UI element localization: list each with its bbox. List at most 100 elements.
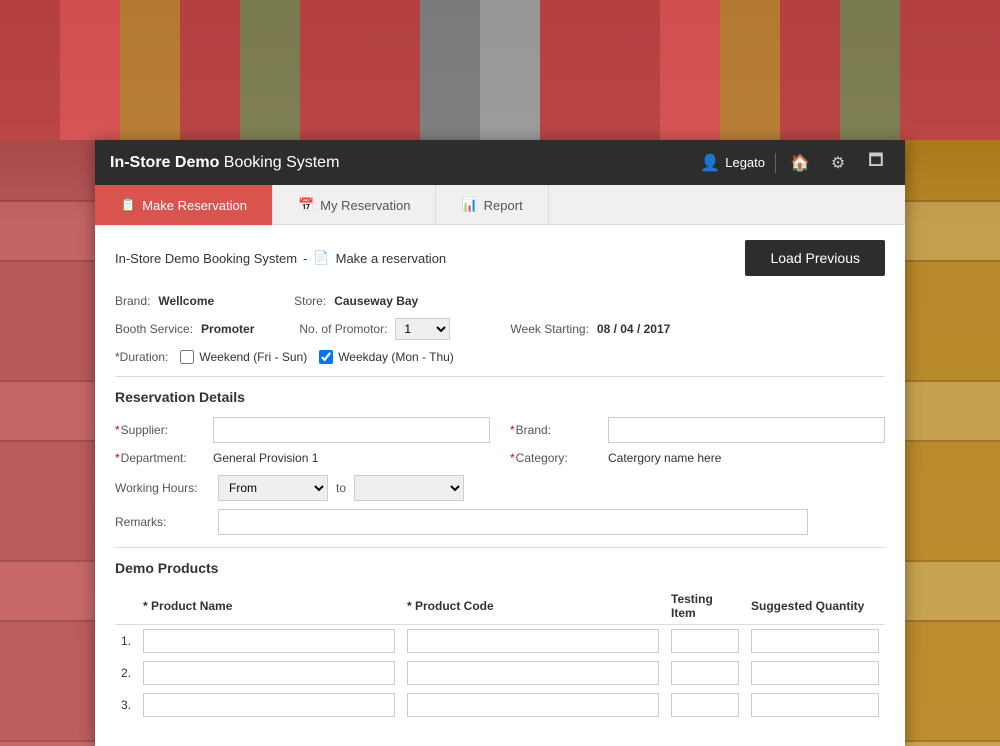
booth-service-value: Promoter: [201, 322, 254, 336]
duration-row: *Duration: Weekend (Fri - Sun) Weekday (…: [115, 350, 885, 364]
load-previous-button[interactable]: Load Previous: [745, 240, 885, 276]
row-1-suggested-qty: [745, 625, 885, 658]
store-label: Store:: [294, 294, 326, 308]
category-field-row: Category: Catergory name here: [510, 451, 885, 465]
section-divider-2: [115, 547, 885, 548]
department-field-row: Department: General Provision 1: [115, 451, 490, 465]
weekend-checkbox[interactable]: [180, 350, 194, 364]
row-1-product-code-input[interactable]: [407, 629, 659, 653]
brand-detail-input[interactable]: [608, 417, 885, 443]
make-reservation-icon: 📋: [120, 197, 136, 213]
app-window: In-Store Demo Booking System 👤 Legato 🏠 …: [95, 140, 905, 746]
supplier-field-row: Supplier:: [115, 417, 490, 443]
header-actions: 👤 Legato 🏠 ⚙ 🗖: [700, 149, 890, 177]
weekday-checkbox-label[interactable]: Weekday (Mon - Thu): [319, 350, 454, 364]
from-time-select[interactable]: From: [218, 475, 328, 501]
row-3-product-name-input[interactable]: [143, 693, 395, 717]
remarks-input[interactable]: [218, 509, 808, 535]
user-info: 👤 Legato: [700, 153, 765, 173]
demo-products-section: Demo Products * Product Name * Product C…: [115, 560, 885, 721]
products-table-header: * Product Name * Product Code Testing It…: [115, 588, 885, 625]
row-1-num: 1.: [115, 625, 137, 658]
row-3-suggested-qty-input[interactable]: [751, 693, 879, 717]
header-divider: [775, 153, 776, 173]
breadcrumb-page: Make a reservation: [336, 251, 447, 266]
brand-value: Wellcome: [158, 294, 214, 308]
supplier-input[interactable]: [213, 417, 490, 443]
tab-report-label: Report: [484, 198, 523, 213]
window-icon[interactable]: 🗖: [862, 149, 890, 177]
to-time-select[interactable]: [354, 475, 464, 501]
shelf-bg-top: [0, 0, 1000, 140]
week-starting-field: Week Starting: 08 / 04 / 2017: [510, 322, 670, 336]
content-area: In-Store Demo Booking System - 📄 Make a …: [95, 225, 905, 746]
row-3-testing-item: [665, 689, 745, 721]
store-field: Store: Causeway Bay: [294, 294, 418, 308]
row-1-suggested-qty-input[interactable]: [751, 629, 879, 653]
remarks-row: Remarks:: [115, 509, 885, 535]
row-3-testing-item-input[interactable]: [671, 693, 739, 717]
row-1-product-name: [137, 625, 401, 658]
row-2-product-code-input[interactable]: [407, 661, 659, 685]
working-hours-label: Working Hours:: [115, 481, 210, 495]
category-value: Catergory name here: [608, 451, 721, 465]
to-label: to: [336, 481, 346, 495]
brand-detail-label: Brand:: [510, 423, 600, 437]
app-header: In-Store Demo Booking System 👤 Legato 🏠 …: [95, 140, 905, 185]
app-title: In-Store Demo Booking System: [110, 154, 339, 172]
report-icon: 📊: [461, 197, 477, 213]
weekend-checkbox-label[interactable]: Weekend (Fri - Sun): [180, 350, 307, 364]
col-testing-item: Testing Item: [665, 588, 745, 625]
tab-make-reservation[interactable]: 📋 Make Reservation: [95, 185, 273, 225]
row-2-product-name-input[interactable]: [143, 661, 395, 685]
row-1-product-code: [401, 625, 665, 658]
row-1-testing-item: [665, 625, 745, 658]
breadcrumb-system: In-Store Demo Booking System: [115, 251, 297, 266]
department-label: Department:: [115, 451, 205, 465]
weekday-checkbox[interactable]: [319, 350, 333, 364]
settings-icon[interactable]: ⚙: [824, 149, 852, 177]
row-2-product-name: [137, 657, 401, 689]
section-divider-1: [115, 376, 885, 377]
row-2-testing-item-input[interactable]: [671, 661, 739, 685]
promotor-select[interactable]: 1 2 3: [395, 318, 450, 340]
form-service-info: Booth Service: Promoter No. of Promotor:…: [115, 318, 885, 340]
promotor-field: No. of Promotor: 1 2 3: [299, 318, 450, 340]
week-starting-value: 08 / 04 / 2017: [597, 322, 670, 336]
shelf-bg-left: [0, 140, 95, 746]
tab-make-reservation-label: Make Reservation: [142, 198, 247, 213]
booth-service-label: Booth Service:: [115, 322, 193, 336]
form-basic-info: Brand: Wellcome Store: Causeway Bay: [115, 294, 885, 308]
row-3-suggested-qty: [745, 689, 885, 721]
tab-report[interactable]: 📊 Report: [436, 185, 548, 225]
tab-my-reservation[interactable]: 📅 My Reservation: [273, 185, 437, 225]
supplier-label: Supplier:: [115, 423, 205, 437]
week-starting-label: Week Starting:: [510, 322, 588, 336]
breadcrumb-icon: 📄: [313, 250, 329, 266]
table-row: 3.: [115, 689, 885, 721]
row-1-testing-item-input[interactable]: [671, 629, 739, 653]
breadcrumb-separator: -: [303, 251, 307, 266]
products-table-body: 1.: [115, 625, 885, 722]
category-label: Category:: [510, 451, 600, 465]
row-3-product-code: [401, 689, 665, 721]
row-2-suggested-qty-input[interactable]: [751, 661, 879, 685]
demo-products-title: Demo Products: [115, 560, 885, 576]
col-product-code: * Product Code: [401, 588, 665, 625]
row-1-product-name-input[interactable]: [143, 629, 395, 653]
products-table: * Product Name * Product Code Testing It…: [115, 588, 885, 721]
weekend-label: Weekend (Fri - Sun): [199, 350, 307, 364]
booth-service-field: Booth Service: Promoter: [115, 322, 254, 336]
col-suggested-qty: Suggested Quantity: [745, 588, 885, 625]
reservation-details-section: Reservation Details Supplier: Brand: Dep…: [115, 389, 885, 535]
my-reservation-icon: 📅: [298, 197, 314, 213]
promotor-label: No. of Promotor:: [299, 322, 387, 336]
username: Legato: [725, 155, 765, 170]
row-2-product-code: [401, 657, 665, 689]
duration-label: *Duration:: [115, 350, 168, 364]
home-icon[interactable]: 🏠: [786, 149, 814, 177]
col-product-name: * Product Name: [137, 588, 401, 625]
row-3-product-name: [137, 689, 401, 721]
department-value: General Provision 1: [213, 451, 318, 465]
row-3-product-code-input[interactable]: [407, 693, 659, 717]
